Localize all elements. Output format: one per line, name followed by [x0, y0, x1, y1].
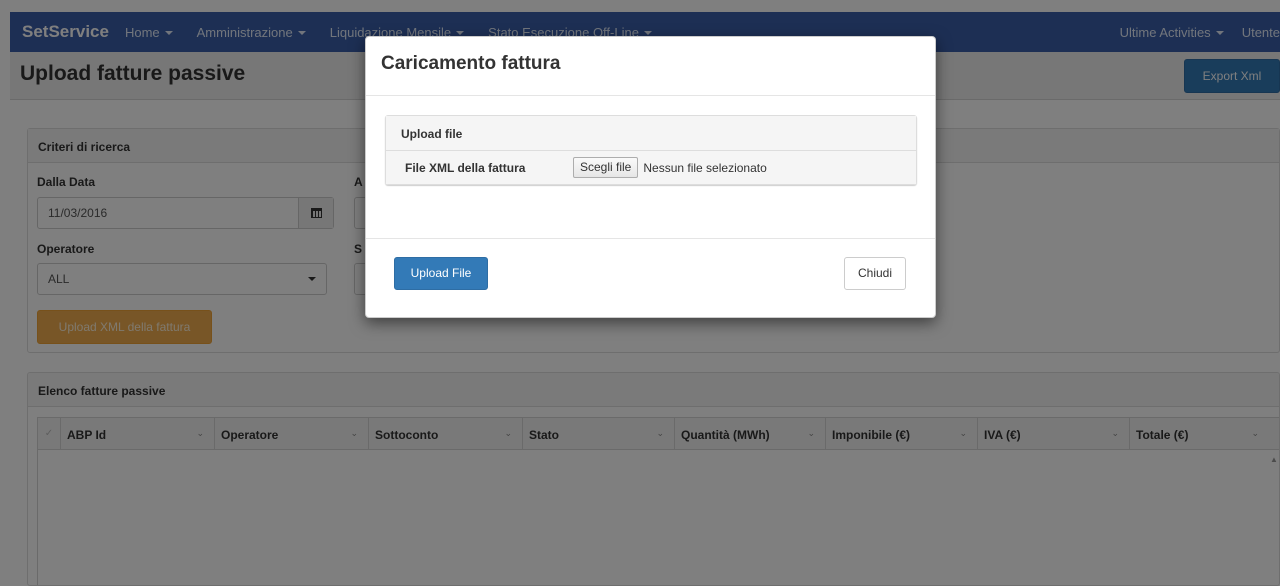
- file-input-row: File XML della fattura Scegli file Nessu…: [386, 151, 916, 184]
- modal-title: Caricamento fattura: [381, 53, 561, 74]
- modal-footer: Upload File Chiudi: [366, 239, 935, 317]
- upload-file-heading: Upload file: [386, 116, 916, 151]
- modal-header: Caricamento fattura: [366, 37, 935, 96]
- modal-body: Upload file File XML della fattura Scegl…: [366, 96, 935, 239]
- choose-file-button[interactable]: Scegli file: [573, 157, 639, 178]
- upload-file-button[interactable]: Upload File: [394, 257, 488, 290]
- upload-invoice-modal: Caricamento fattura Upload file File XML…: [365, 36, 936, 318]
- file-xml-label: File XML della fattura: [405, 160, 526, 175]
- no-file-selected-text: Nessun file selezionato: [643, 160, 767, 175]
- upload-file-panel: Upload file File XML della fattura Scegl…: [385, 115, 917, 185]
- close-modal-button[interactable]: Chiudi: [844, 257, 906, 290]
